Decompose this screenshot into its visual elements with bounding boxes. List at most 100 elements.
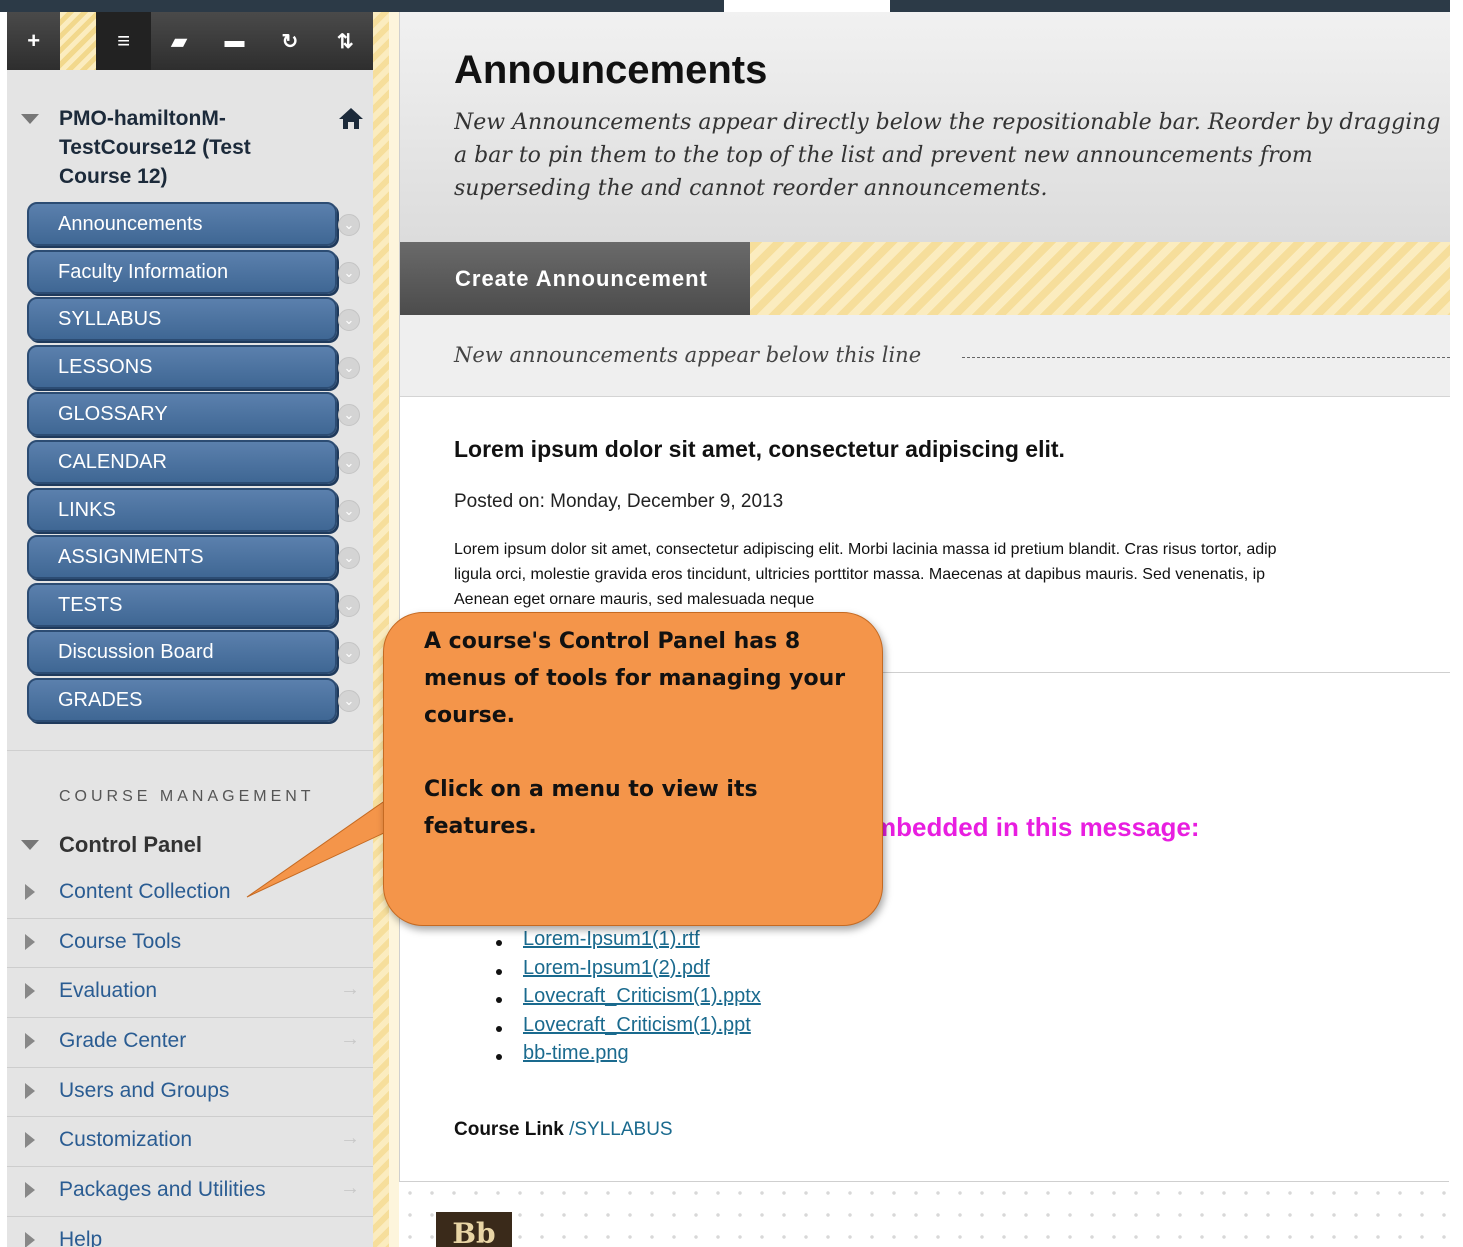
expand-icon[interactable] <box>25 1182 35 1199</box>
sidebar-resize-handle[interactable] <box>373 12 389 1247</box>
expand-icon[interactable] <box>25 983 35 1000</box>
refresh-button[interactable]: ↻ <box>262 12 317 70</box>
attachment-link[interactable]: Lovecraft_Criticism(1).ppt <box>523 1014 751 1037</box>
top-strip-right <box>890 0 1450 12</box>
attachment-link[interactable]: Lorem-Ipsum1(2).pdf <box>523 957 710 980</box>
course-link-label: Course Link <box>454 1119 564 1140</box>
collapse-control-panel-icon[interactable] <box>21 840 39 850</box>
bullet-icon <box>496 1025 502 1032</box>
blackboard-logo: Bb <box>436 1212 512 1247</box>
collapse-course-icon[interactable] <box>21 114 39 124</box>
control-panel-header[interactable]: Control Panel <box>7 832 373 862</box>
expand-icon[interactable] <box>25 1033 35 1050</box>
chevron-down-icon[interactable]: ⌄ <box>338 451 360 474</box>
folder-view-button[interactable]: ▰ <box>151 12 206 70</box>
menu-item-label[interactable]: GLOSSARY <box>27 392 337 437</box>
menu-item-label[interactable]: SYLLABUS <box>27 297 337 342</box>
attachment-link[interactable]: Lovecraft_Criticism(1).pptx <box>523 985 761 1008</box>
embedded-heading-text: mbedded in this message: <box>873 812 1200 842</box>
cp-item-label[interactable]: Customization <box>59 1128 192 1152</box>
sidebar-toolbar: + ≡ ▰ ▬ ↻ ⇅ <box>7 12 373 70</box>
menu-item-label[interactable]: GRADES <box>27 677 337 722</box>
menu-item-grades[interactable]: GRADES ⌄ <box>27 677 367 722</box>
cp-item-packages-and-utilities[interactable]: Packages and Utilities → <box>7 1167 373 1217</box>
chevron-down-icon[interactable]: ⌄ <box>338 547 360 570</box>
cp-item-customization[interactable]: Customization → <box>7 1117 373 1168</box>
menu-item-glossary[interactable]: GLOSSARY ⌄ <box>27 392 367 437</box>
chevron-down-icon[interactable]: ⌄ <box>338 642 360 665</box>
expand-icon[interactable] <box>25 1082 35 1099</box>
course-title[interactable]: PMO-hamiltonM-TestCourse12 (Test Course … <box>59 104 299 191</box>
menu-item-faculty-information[interactable]: Faculty Information ⌄ <box>27 249 367 294</box>
attachment-link[interactable]: Lorem-Ipsum1(1).rtf <box>523 928 700 951</box>
cp-item-content-collection[interactable]: Content Collection <box>7 869 373 919</box>
chevron-down-icon[interactable]: ⌄ <box>338 594 360 617</box>
announcement-body-line: ligula orci, molestie gravida eros tinci… <box>454 566 1266 583</box>
cp-item-course-tools[interactable]: Course Tools <box>7 919 373 969</box>
control-panel-label[interactable]: Control Panel <box>59 832 202 858</box>
menu-item-label[interactable]: LESSONS <box>27 344 337 389</box>
pin-bar-dashed-line <box>962 357 1450 358</box>
main-content: Announcements New Announcements appear d… <box>399 12 1450 1182</box>
callout-text: A course's Control Panel has 8 menus of … <box>424 629 846 839</box>
cp-item-evaluation[interactable]: Evaluation → <box>7 968 373 1019</box>
menu-item-announcements[interactable]: Announcements ⌄ <box>27 202 367 246</box>
course-sidebar: + ≡ ▰ ▬ ↻ ⇅ PMO-hamiltonM-TestCourse12 (… <box>7 12 373 1247</box>
add-menu-item-button[interactable]: + <box>7 12 60 70</box>
chevron-down-icon[interactable]: ⌄ <box>338 214 360 236</box>
reorder-button[interactable]: ⇅ <box>318 12 373 70</box>
expand-icon[interactable] <box>25 1132 35 1149</box>
cp-item-users-and-groups[interactable]: Users and Groups <box>7 1068 373 1118</box>
menu-item-discussion-board[interactable]: Discussion Board ⌄ <box>27 630 367 675</box>
announcement-body: Lorem ipsum dolor sit amet, consectetur … <box>454 537 1450 609</box>
menu-item-label[interactable]: ASSIGNMENTS <box>27 535 337 580</box>
cp-item-label[interactable]: Packages and Utilities <box>59 1178 266 1202</box>
menu-item-assignments[interactable]: ASSIGNMENTS ⌄ <box>27 535 367 580</box>
callout-bubble: A course's Control Panel has 8 menus of … <box>383 612 883 926</box>
new-window-button[interactable]: ▬ <box>207 12 262 70</box>
expand-icon[interactable] <box>25 933 35 950</box>
menu-item-label[interactable]: LINKS <box>27 487 337 532</box>
menu-item-tests[interactable]: TESTS ⌄ <box>27 582 367 627</box>
cp-item-label[interactable]: Help <box>59 1228 102 1247</box>
action-bar: Create Announcement <box>400 242 1450 315</box>
arrow-right-icon: → <box>340 1127 360 1150</box>
create-announcement-button[interactable]: Create Announcement <box>400 242 750 315</box>
course-menu-view-button[interactable]: ≡ <box>96 12 152 70</box>
menu-item-label[interactable]: Faculty Information <box>27 249 337 294</box>
menu-item-lessons[interactable]: LESSONS ⌄ <box>27 344 367 389</box>
cp-item-label[interactable]: Grade Center <box>59 1029 186 1053</box>
course-management-label: COURSE MANAGEMENT <box>59 788 315 805</box>
page-header: Announcements New Announcements appear d… <box>400 12 1450 242</box>
menu-item-label[interactable]: CALENDAR <box>27 439 337 484</box>
chevron-down-icon[interactable]: ⌄ <box>338 309 360 332</box>
menu-item-syllabus[interactable]: SYLLABUS ⌄ <box>27 297 367 342</box>
cp-item-grade-center[interactable]: Grade Center → <box>7 1018 373 1068</box>
menu-item-label[interactable]: TESTS <box>27 582 337 627</box>
home-icon[interactable] <box>338 106 364 135</box>
cp-item-label[interactable]: Content Collection <box>59 880 231 904</box>
cp-item-label[interactable]: Users and Groups <box>59 1079 229 1103</box>
refresh-icon: ↻ <box>281 30 299 53</box>
menu-item-label[interactable]: Announcements <box>27 202 337 246</box>
expand-icon[interactable] <box>25 884 35 900</box>
expand-icon[interactable] <box>25 1231 35 1247</box>
chevron-down-icon[interactable]: ⌄ <box>338 356 360 379</box>
menu-item-label[interactable]: Discussion Board <box>27 630 337 675</box>
cp-item-label[interactable]: Evaluation <box>59 979 157 1003</box>
arrow-right-icon: → <box>340 978 360 1001</box>
chevron-down-icon[interactable]: ⌄ <box>338 404 360 427</box>
attachment-link[interactable]: bb-time.png <box>523 1042 629 1065</box>
arrow-right-icon: → <box>340 1177 360 1200</box>
menu-item-calendar[interactable]: CALENDAR ⌄ <box>27 439 367 484</box>
chevron-down-icon[interactable]: ⌄ <box>338 689 360 712</box>
cp-item-label[interactable]: Course Tools <box>59 930 181 954</box>
chevron-down-icon[interactable]: ⌄ <box>338 261 360 284</box>
announcement-title: Lorem ipsum dolor sit amet, consectetur … <box>454 436 1065 462</box>
chevron-down-icon[interactable]: ⌄ <box>338 499 360 522</box>
folder-icon: ▰ <box>171 30 187 53</box>
cp-item-help[interactable]: Help <box>7 1217 373 1247</box>
course-link-value[interactable]: /SYLLABUS <box>569 1119 673 1140</box>
menu-item-links[interactable]: LINKS ⌄ <box>27 487 367 532</box>
repositionable-bar[interactable]: New announcements appear below this line <box>400 315 1450 397</box>
